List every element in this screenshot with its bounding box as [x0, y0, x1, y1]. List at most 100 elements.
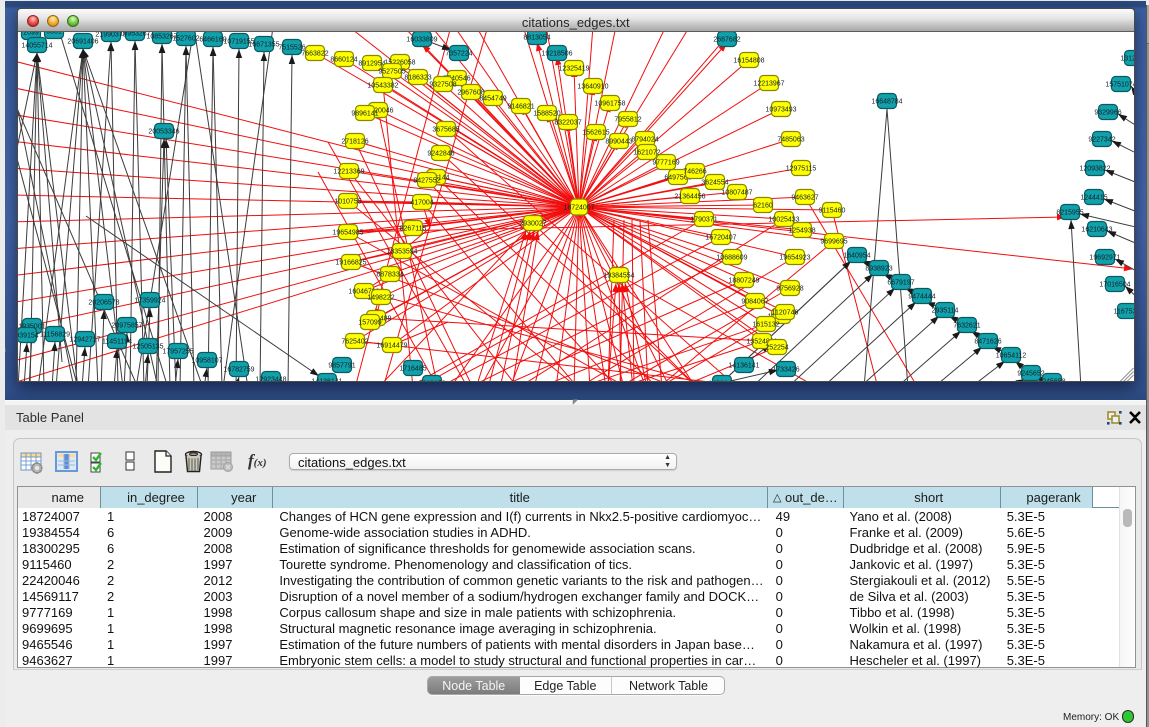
svg-text:939154: 939154 [18, 333, 39, 340]
svg-text:16671355: 16671355 [248, 42, 279, 49]
svg-text:8990443: 8990443 [605, 139, 632, 146]
svg-text:9245658: 9245658 [1038, 379, 1065, 383]
svg-text:10807487: 10807487 [721, 190, 752, 197]
svg-text:8878334: 8878334 [376, 272, 403, 279]
svg-text:7955812: 7955812 [614, 117, 641, 124]
svg-text:8186323: 8186323 [404, 75, 431, 82]
svg-text:13353594: 13353594 [386, 249, 417, 256]
svg-text:9242848: 9242848 [427, 151, 454, 158]
svg-text:14136141: 14136141 [311, 379, 342, 383]
svg-text:7632621: 7632621 [953, 323, 980, 330]
svg-text:19166825: 19166825 [335, 260, 366, 267]
svg-text:8660124: 8660124 [330, 57, 357, 64]
svg-text:1562615: 1562615 [582, 130, 609, 137]
svg-text:18807249: 18807249 [728, 278, 759, 285]
svg-text:9699695: 9699695 [820, 239, 847, 246]
svg-text:17359924: 17359924 [134, 298, 165, 305]
svg-text:8938923: 8938923 [865, 266, 892, 273]
svg-text:1167533: 1167533 [1114, 309, 1135, 316]
svg-text:1527602: 1527602 [172, 36, 199, 43]
svg-text:9896141: 9896141 [351, 111, 378, 118]
svg-text:3675685: 3675685 [432, 127, 459, 134]
svg-text:20975857: 20975857 [111, 323, 142, 330]
svg-text:8471626: 8471626 [974, 339, 1001, 346]
svg-text:8215955: 8215955 [1056, 210, 1083, 217]
svg-text:12942717: 12942717 [69, 337, 100, 344]
svg-text:2099: 2099 [23, 32, 39, 37]
svg-text:17957255: 17957255 [162, 349, 193, 356]
svg-text:1615132: 1615132 [752, 322, 779, 329]
svg-text:157099: 157099 [358, 320, 381, 327]
svg-text:20206578: 20206578 [88, 300, 119, 307]
svg-text:8322037: 8322037 [554, 120, 581, 127]
svg-text:7485063: 7485063 [777, 137, 804, 144]
svg-text:2930027: 2930027 [519, 221, 546, 228]
svg-text:1640954: 1640954 [843, 253, 870, 260]
svg-text:7357224: 7357224 [445, 51, 472, 58]
svg-text:9115460: 9115460 [819, 208, 846, 215]
svg-text:8427552: 8427552 [413, 178, 440, 185]
svg-text:12975115: 12975115 [786, 166, 817, 173]
svg-text:16914479: 16914479 [376, 343, 407, 350]
svg-text:10654112: 10654112 [996, 353, 1027, 360]
svg-text:8454749: 8454749 [479, 96, 506, 103]
svg-text:8794024: 8794024 [631, 137, 658, 144]
svg-text:9463627: 9463627 [791, 195, 818, 202]
svg-text:8813054: 8813054 [523, 35, 550, 42]
svg-text:9146821: 9146821 [507, 104, 534, 111]
svg-text:16033809: 16033809 [406, 37, 437, 44]
svg-text:12213369: 12213369 [333, 169, 364, 176]
svg-text:10973493: 10973493 [765, 107, 796, 114]
svg-text:10688609: 10688609 [716, 255, 747, 262]
svg-text:2935114: 2935114 [932, 308, 959, 315]
svg-text:9527505: 9527505 [378, 69, 405, 76]
svg-text:12325419: 12325419 [558, 66, 589, 73]
svg-text:9329966: 9329966 [1094, 110, 1121, 117]
svg-text:1733426: 1733426 [772, 367, 799, 374]
svg-text:417004: 417004 [410, 200, 433, 207]
svg-text:1621072: 1621072 [633, 150, 660, 157]
svg-text:10958107: 10958107 [191, 358, 222, 365]
svg-text:14055714: 14055714 [21, 43, 52, 50]
svg-text:13640910: 13640910 [577, 84, 608, 91]
svg-text:2718126: 2718126 [341, 139, 368, 146]
svg-text:17016504: 17016504 [1099, 282, 1130, 289]
svg-text:1716485: 1716485 [399, 366, 426, 373]
svg-text:1790371: 1790371 [690, 217, 717, 224]
svg-text:12505135: 12505135 [132, 344, 163, 351]
svg-text:20053346: 20053346 [148, 129, 179, 136]
svg-text:16782759: 16782759 [223, 367, 254, 374]
svg-text:7625402: 7625402 [341, 339, 368, 346]
svg-text:9084067: 9084067 [741, 299, 768, 306]
svg-text:16210643: 16210643 [1081, 227, 1112, 234]
svg-text:3624554: 3624554 [701, 180, 728, 187]
svg-text:1312345: 1312345 [1120, 56, 1134, 63]
svg-text:12213967: 12213967 [753, 81, 784, 88]
svg-text:12923448: 12923448 [255, 377, 286, 383]
svg-text:1498222: 1498222 [367, 295, 394, 302]
svg-text:15720407: 15720407 [705, 235, 736, 242]
svg-text:1120746: 1120746 [772, 310, 799, 317]
svg-text:19654923: 19654923 [779, 255, 810, 262]
svg-text:16154808: 16154808 [733, 58, 764, 65]
svg-text:12093822: 12093822 [1079, 166, 1110, 173]
svg-text:1244415: 1244415 [1080, 195, 1107, 202]
svg-text:5031: 5031 [46, 32, 62, 36]
svg-text:252254: 252254 [765, 345, 788, 352]
svg-text:10543382: 10543382 [367, 83, 398, 90]
svg-text:16648784: 16648784 [871, 99, 902, 106]
svg-text:7663822: 7663822 [301, 51, 328, 58]
svg-text:1010755: 1010755 [334, 199, 361, 206]
svg-text:8267115: 8267115 [400, 226, 427, 233]
svg-text:6679197: 6679197 [887, 280, 914, 287]
svg-text:11156829: 11156829 [40, 332, 70, 339]
svg-text:20691406: 20691406 [67, 39, 98, 46]
svg-text:9756928: 9756928 [776, 286, 803, 293]
svg-text:15751074: 15751074 [1105, 82, 1134, 89]
svg-text:9227342: 9227342 [1088, 137, 1115, 144]
svg-text:18724007: 18724007 [563, 205, 594, 212]
svg-text:9857791: 9857791 [328, 363, 355, 370]
svg-text:19384554: 19384554 [603, 273, 634, 280]
svg-text:10961758: 10961758 [594, 101, 625, 108]
svg-text:746266: 746266 [683, 169, 706, 176]
